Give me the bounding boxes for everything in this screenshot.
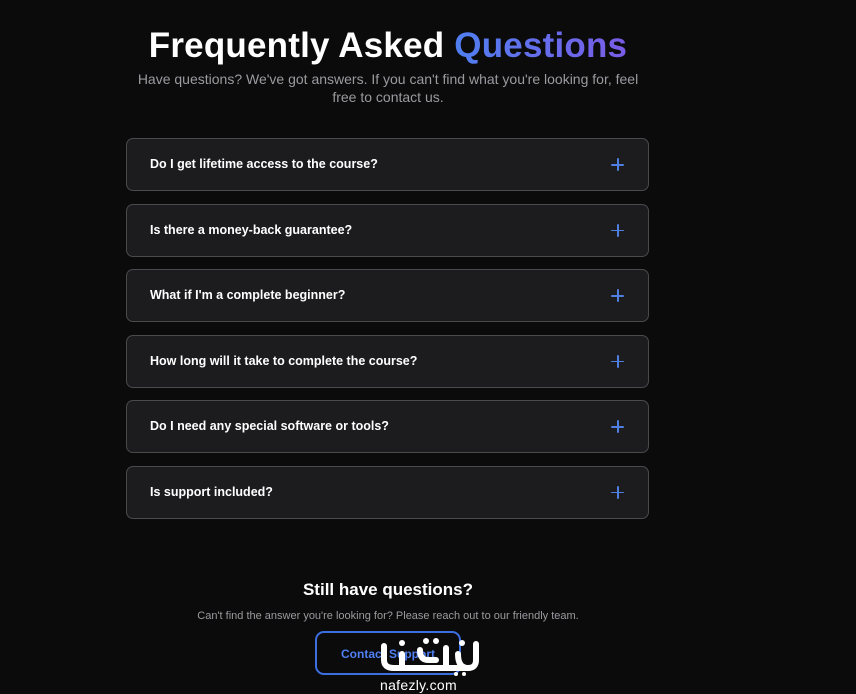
faq-item[interactable]: How long will it take to complete the co… <box>126 334 649 388</box>
faq-list: Do I get lifetime access to the course? … <box>126 138 649 531</box>
faq-question: Do I need any special software or tools? <box>150 419 389 433</box>
plus-icon[interactable] <box>611 354 624 368</box>
plus-icon[interactable] <box>611 223 624 237</box>
faq-question: Do I get lifetime access to the course? <box>150 157 378 171</box>
faq-item[interactable]: Is support included? <box>126 465 649 519</box>
plus-icon[interactable] <box>611 485 624 499</box>
faq-item[interactable]: Is there a money-back guarantee? <box>126 203 649 257</box>
title-main: Frequently Asked <box>148 26 445 66</box>
plus-icon[interactable] <box>611 289 624 302</box>
watermark-domain: nafezly.com <box>380 677 457 693</box>
faq-question: How long will it take to complete the co… <box>150 353 418 368</box>
page-title: Frequently Asked Questions <box>0 26 776 66</box>
faq-question: Is support included? <box>150 484 273 499</box>
help-title: Still have questions? <box>302 580 474 600</box>
faq-question: Is there a money-back guarantee? <box>150 222 353 237</box>
faq-question: What if I'm a complete beginner? <box>150 288 346 302</box>
page-subtitle: Have questions? We've got answers. If yo… <box>137 71 639 105</box>
help-text: Can't find the answer you're looking for… <box>197 610 579 622</box>
title-accent: Questions <box>454 26 628 66</box>
plus-icon[interactable] <box>611 158 624 171</box>
faq-item[interactable]: What if I'm a complete beginner? <box>126 269 649 322</box>
faq-item[interactable]: Do I get lifetime access to the course? <box>126 138 649 191</box>
plus-icon[interactable] <box>611 420 624 433</box>
contact-support-button[interactable]: Contact Support <box>315 631 461 675</box>
faq-item[interactable]: Do I need any special software or tools? <box>126 400 649 453</box>
